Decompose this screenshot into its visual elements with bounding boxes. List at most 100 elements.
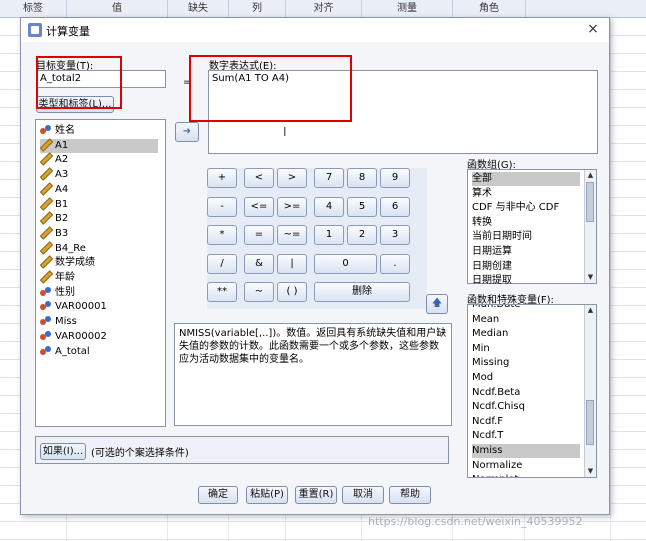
function-group-item[interactable]: 日期运算 xyxy=(472,245,580,259)
scale-icon xyxy=(40,271,51,282)
type-and-label-button[interactable]: 类型和标签(L)... xyxy=(36,96,114,113)
calc-key-button[interactable]: 1 xyxy=(314,225,344,245)
column-header-measure[interactable]: 测量 xyxy=(362,0,453,17)
scroll-thumb[interactable] xyxy=(586,400,594,445)
scroll-down-icon[interactable]: ▼ xyxy=(585,466,596,477)
column-header-role[interactable]: 角色 xyxy=(453,0,526,17)
variable-name: 年龄 xyxy=(55,272,75,283)
target-variable-input[interactable]: A_total2 xyxy=(36,70,166,88)
scroll-down-icon[interactable]: ▼ xyxy=(585,272,596,283)
calc-key-button[interactable]: & xyxy=(244,253,274,274)
calc-key-button[interactable]: - xyxy=(207,196,237,217)
calc-key-button[interactable]: >= xyxy=(277,196,307,217)
variable-item[interactable]: VAR00001 xyxy=(40,300,158,314)
function-item[interactable]: Missing xyxy=(472,356,580,370)
function-group-item[interactable]: 全部 xyxy=(472,172,580,186)
variable-item[interactable]: A3 xyxy=(40,168,158,182)
function-item[interactable]: Ncdf.F xyxy=(472,415,580,429)
calc-key-button[interactable]: 3 xyxy=(380,225,410,245)
calc-key-button[interactable]: <= xyxy=(244,196,274,217)
variable-item[interactable]: 性别 xyxy=(40,286,158,300)
function-item[interactable]: Ncdf.Beta xyxy=(472,386,580,400)
cancel-button[interactable]: 取消 xyxy=(342,486,384,504)
scroll-up-icon[interactable]: ▲ xyxy=(585,305,596,316)
calc-key-button[interactable]: + xyxy=(207,168,237,188)
column-header-missing[interactable]: 缺失 xyxy=(168,0,229,17)
function-list-scrollbar[interactable]: ▲ ▼ xyxy=(584,305,596,477)
function-item[interactable]: Mod xyxy=(472,371,580,385)
calc-key-button[interactable]: ( ) xyxy=(277,282,307,302)
reset-button[interactable]: 重置(R) xyxy=(295,486,337,504)
calc-key-button[interactable]: / xyxy=(207,253,237,274)
function-group-item[interactable]: 当前日期时间 xyxy=(472,230,580,244)
calc-key-button[interactable]: 2 xyxy=(347,225,377,245)
calc-key-button[interactable]: 0 xyxy=(314,253,377,274)
function-item[interactable]: Nmiss xyxy=(472,444,580,458)
function-group-item[interactable]: 转换 xyxy=(472,216,580,230)
calc-key-button[interactable]: ** xyxy=(207,282,237,302)
function-item[interactable]: Normplot xyxy=(472,473,580,477)
function-item[interactable]: Normalize xyxy=(472,459,580,473)
function-group-item[interactable]: 日期提取 xyxy=(472,274,580,288)
function-group-item[interactable]: 算术 xyxy=(472,187,580,201)
numeric-expression-input[interactable]: Sum(A1 TO A4) xyxy=(208,70,598,154)
delete-button[interactable]: 删除 xyxy=(314,282,410,302)
function-item[interactable]: Median xyxy=(472,327,580,341)
ok-button[interactable]: 确定 xyxy=(198,486,238,504)
column-header-align[interactable]: 对齐 xyxy=(286,0,362,17)
variable-item[interactable]: Miss xyxy=(40,315,158,329)
column-header-columns[interactable]: 列 xyxy=(229,0,286,17)
calc-key-button[interactable]: > xyxy=(277,168,307,188)
variable-item[interactable]: B1 xyxy=(40,198,158,212)
nominal-icon xyxy=(40,345,51,356)
calc-key-button[interactable]: 7 xyxy=(314,168,344,188)
calc-key-button[interactable]: = xyxy=(244,225,274,245)
calc-key-button[interactable]: 6 xyxy=(380,196,410,217)
variable-item[interactable]: A1 xyxy=(40,138,158,153)
calc-key-button[interactable]: * xyxy=(207,225,237,245)
function-group-item[interactable]: CDF 与非中心 CDF xyxy=(472,201,580,215)
variable-item[interactable]: B4_Re xyxy=(40,242,158,256)
function-group-item[interactable]: 日期创建 xyxy=(472,260,580,274)
function-item[interactable]: Min xyxy=(472,342,580,356)
function-item[interactable]: Ncdf.Chisq xyxy=(472,400,580,414)
scroll-up-icon[interactable]: ▲ xyxy=(585,170,596,181)
calc-key-button[interactable]: . xyxy=(380,253,410,274)
variable-name: VAR00001 xyxy=(55,301,107,313)
calc-key-button[interactable]: ~ xyxy=(244,282,274,302)
variable-list[interactable]: 姓名 A1 A2 A3 A4 B1 B2 B3 B4_Re 数学成绩年龄性别 VAR00001 Mis… xyxy=(35,119,166,427)
variable-item[interactable]: VAR00002 xyxy=(40,330,158,344)
help-button[interactable]: 帮助 xyxy=(389,486,431,504)
variable-item[interactable]: A2 xyxy=(40,153,158,167)
calc-key-button[interactable]: 9 xyxy=(380,168,410,188)
transfer-arrow-button[interactable]: ➜ xyxy=(175,122,199,142)
variable-item[interactable]: B2 xyxy=(40,212,158,226)
close-icon[interactable]: × xyxy=(585,21,601,37)
calculator-keypad: + < >7 8 9 - <= >= 4 5 6 * = ~= 1 2 3 /& | 0. ** ~( ) 删除 xyxy=(207,168,427,309)
calc-key-button[interactable]: 4 xyxy=(314,196,344,217)
paste-button[interactable]: 粘贴(P) xyxy=(246,486,288,504)
function-item[interactable]: Mdn.Date xyxy=(472,305,580,312)
function-list[interactable]: NormplotNormalizeNmissNcdf.TNcdf.FNcdf.C… xyxy=(467,304,597,478)
scroll-thumb[interactable] xyxy=(586,182,594,222)
scale-icon xyxy=(40,242,51,253)
function-group-list[interactable]: 日期提取 日期创建 日期运算 当前日期时间 转换 CDF 与非中心 CDF 算术 全部 ▲ ▼ xyxy=(467,169,597,286)
variable-item[interactable]: A_total xyxy=(40,345,158,359)
variable-item[interactable]: A4 xyxy=(40,183,158,197)
calc-key-button[interactable]: < xyxy=(244,168,274,188)
calc-key-button[interactable]: 5 xyxy=(347,196,377,217)
calc-key-button[interactable]: ~= xyxy=(277,225,307,245)
function-item[interactable]: Mean xyxy=(472,313,580,327)
function-group-scrollbar[interactable]: ▲ ▼ xyxy=(584,170,596,283)
column-header-values[interactable]: 值 xyxy=(67,0,168,17)
if-button[interactable]: 如果(I)... xyxy=(40,443,86,460)
function-item[interactable]: Ncdf.T xyxy=(472,429,580,443)
variable-item[interactable]: 数学成绩 xyxy=(40,256,158,270)
calc-key-button[interactable]: 8 xyxy=(347,168,377,188)
move-up-arrow-button[interactable]: 🡅 xyxy=(426,294,448,314)
column-header-label[interactable]: 标签 xyxy=(0,0,67,17)
calc-key-button[interactable]: | xyxy=(277,253,307,274)
variable-item[interactable]: B3 xyxy=(40,227,158,241)
variable-item[interactable]: 年龄 xyxy=(40,271,158,285)
variable-item[interactable]: 姓名 xyxy=(40,124,158,138)
